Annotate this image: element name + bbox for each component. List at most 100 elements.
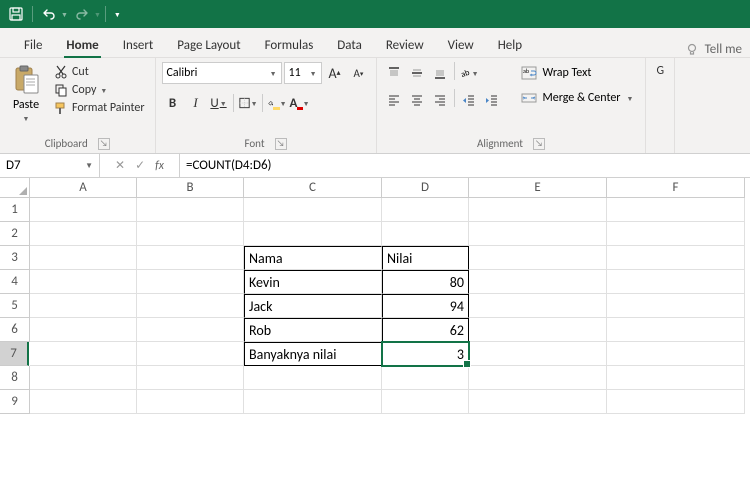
cell-E1[interactable]: [469, 198, 607, 222]
underline-button[interactable]: U▼: [208, 92, 230, 114]
cell-B1[interactable]: [137, 198, 244, 222]
row-header-6[interactable]: 6: [0, 318, 30, 342]
cell-C3[interactable]: Nama: [244, 246, 382, 270]
cell-F3[interactable]: [607, 246, 745, 270]
merge-center-button[interactable]: Merge & Center ▼: [515, 87, 640, 109]
cell-A4[interactable]: [30, 270, 137, 294]
cell-A6[interactable]: [30, 318, 137, 342]
tab-page-layout[interactable]: Page Layout: [165, 32, 252, 57]
qat-customize-icon[interactable]: ▼: [114, 10, 121, 19]
tell-me[interactable]: Tell me: [685, 42, 750, 57]
col-header-F[interactable]: F: [607, 178, 745, 198]
redo-icon[interactable]: [70, 2, 94, 26]
paste-button[interactable]: Paste ▼: [6, 62, 46, 125]
redo-dropdown-icon[interactable]: ▼: [94, 10, 101, 19]
row-header-5[interactable]: 5: [0, 294, 30, 318]
cell-B4[interactable]: [137, 270, 244, 294]
cell-C2[interactable]: [244, 222, 382, 246]
tab-home[interactable]: Home: [54, 32, 110, 57]
col-header-A[interactable]: A: [30, 178, 137, 198]
align-left-icon[interactable]: [383, 89, 405, 111]
cell-D1[interactable]: [382, 198, 469, 222]
cell-B2[interactable]: [137, 222, 244, 246]
clipboard-dialog-launcher-icon[interactable]: ↘: [98, 138, 110, 150]
bold-button[interactable]: B: [162, 92, 184, 114]
name-box[interactable]: D7▼: [0, 154, 100, 177]
cell-D5[interactable]: 94: [382, 294, 469, 318]
border-button[interactable]: ▼: [237, 92, 259, 114]
increase-indent-icon[interactable]: [481, 89, 503, 111]
format-painter-button[interactable]: Format Painter: [50, 100, 149, 116]
alignment-dialog-launcher-icon[interactable]: ↘: [533, 138, 545, 150]
cell-E8[interactable]: [469, 366, 607, 390]
font-color-button[interactable]: A▼: [289, 92, 311, 114]
tab-review[interactable]: Review: [374, 32, 436, 57]
cell-A2[interactable]: [30, 222, 137, 246]
orientation-icon[interactable]: ab▼: [458, 62, 480, 84]
cell-E7[interactable]: [469, 342, 607, 366]
cell-C5[interactable]: Jack: [244, 294, 382, 318]
font-size-select[interactable]: 11▼: [284, 62, 322, 84]
increase-font-icon[interactable]: A▴: [324, 62, 346, 84]
decrease-font-icon[interactable]: A▾: [348, 62, 370, 84]
cell-A1[interactable]: [30, 198, 137, 222]
tab-view[interactable]: View: [436, 32, 486, 57]
row-header-2[interactable]: 2: [0, 222, 30, 246]
cell-E9[interactable]: [469, 390, 607, 414]
cell-E2[interactable]: [469, 222, 607, 246]
cell-D3[interactable]: Nilai: [382, 246, 469, 270]
cut-button[interactable]: Cut: [50, 64, 149, 80]
cell-D6[interactable]: 62: [382, 318, 469, 342]
row-header-3[interactable]: 3: [0, 246, 30, 270]
cell-A3[interactable]: [30, 246, 137, 270]
decrease-indent-icon[interactable]: [458, 89, 480, 111]
cell-F9[interactable]: [607, 390, 745, 414]
save-icon[interactable]: [4, 2, 28, 26]
font-name-select[interactable]: Calibri▼: [162, 62, 282, 84]
col-header-D[interactable]: D: [382, 178, 469, 198]
cell-D8[interactable]: [382, 366, 469, 390]
row-header-7[interactable]: 7: [0, 342, 29, 366]
cell-A8[interactable]: [30, 366, 137, 390]
cell-B5[interactable]: [137, 294, 244, 318]
tab-formulas[interactable]: Formulas: [253, 32, 326, 57]
col-header-B[interactable]: B: [137, 178, 244, 198]
cell-C1[interactable]: [244, 198, 382, 222]
cell-A7[interactable]: [30, 342, 137, 366]
cell-E5[interactable]: [469, 294, 607, 318]
cell-D7[interactable]: 3: [382, 342, 469, 366]
cell-E4[interactable]: [469, 270, 607, 294]
row-header-9[interactable]: 9: [0, 390, 30, 414]
cell-E3[interactable]: [469, 246, 607, 270]
wrap-text-button[interactable]: ab Wrap Text: [515, 62, 640, 84]
align-right-icon[interactable]: [429, 89, 451, 111]
col-header-C[interactable]: C: [244, 178, 382, 198]
col-header-E[interactable]: E: [469, 178, 607, 198]
cell-D4[interactable]: 80: [382, 270, 469, 294]
cell-F1[interactable]: [607, 198, 745, 222]
cell-F6[interactable]: [607, 318, 745, 342]
tab-insert[interactable]: Insert: [111, 32, 166, 57]
cell-F5[interactable]: [607, 294, 745, 318]
cell-B3[interactable]: [137, 246, 244, 270]
copy-button[interactable]: Copy ▼: [50, 82, 149, 98]
align-bottom-icon[interactable]: [429, 62, 451, 84]
row-header-8[interactable]: 8: [0, 366, 30, 390]
italic-button[interactable]: I: [185, 92, 207, 114]
undo-dropdown-icon[interactable]: ▼: [61, 10, 68, 19]
cell-E6[interactable]: [469, 318, 607, 342]
cell-F7[interactable]: [607, 342, 745, 366]
cell-F2[interactable]: [607, 222, 745, 246]
cell-B6[interactable]: [137, 318, 244, 342]
insert-function-icon[interactable]: fx: [155, 159, 164, 173]
cell-C7[interactable]: Banyaknya nilai: [244, 342, 382, 366]
cell-F8[interactable]: [607, 366, 745, 390]
cell-A5[interactable]: [30, 294, 137, 318]
cancel-formula-icon[interactable]: ✕: [115, 158, 125, 173]
tab-data[interactable]: Data: [325, 32, 374, 57]
fill-color-button[interactable]: ▼: [266, 92, 288, 114]
cell-B8[interactable]: [137, 366, 244, 390]
tab-file[interactable]: File: [12, 32, 54, 57]
cell-F4[interactable]: [607, 270, 745, 294]
enter-formula-icon[interactable]: ✓: [135, 158, 145, 173]
